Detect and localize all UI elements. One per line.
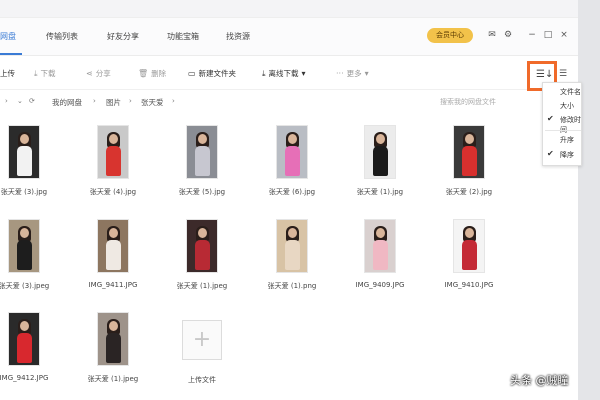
file-name: 张天爱 (2).jpg [445, 188, 493, 196]
photo-thumbnail [8, 125, 40, 179]
file-name: IMG_9410.JPG [444, 281, 494, 289]
more-button[interactable]: ··· 更多 ▾ [336, 68, 372, 79]
photo-thumbnail [186, 219, 218, 273]
chevron-down-icon: ▾ [364, 69, 369, 78]
breadcrumb-bar: › ⌄ ⟳ 我的网盘 › 图片 › 张天爱 › [0, 94, 578, 112]
breadcrumb-item-my-netdisk[interactable]: 我的网盘 [52, 97, 82, 108]
upload-button[interactable]: 上传 [0, 68, 15, 79]
tab-friend-share[interactable]: 好友分享 [107, 31, 139, 42]
folder-plus-icon: ▭ [188, 69, 196, 78]
more-label: 更多 [346, 69, 362, 78]
photo-thumbnail [97, 219, 129, 273]
file-name: IMG_9409.JPG [355, 281, 405, 289]
mail-icon[interactable]: ✉ [486, 28, 498, 42]
file-name: 张天爱 (6).jpg [268, 188, 316, 196]
photo-thumbnail [8, 219, 40, 273]
plus-icon: + [192, 327, 212, 352]
file-name: 张天爱 (1).jpg [356, 188, 404, 196]
upload-file-label: 上传文件 [188, 376, 216, 384]
share-label: 分享 [95, 69, 111, 78]
active-tab-indicator [0, 53, 22, 55]
download-label: 下载 [40, 69, 56, 78]
sort-descending[interactable]: ✔ 降序 [543, 149, 583, 161]
close-button[interactable]: × [558, 28, 570, 42]
check-icon: ✔ [547, 149, 554, 158]
toolbar: 上传 ⤓ 下载 ⋖ 分享 🗑 删除 ▭ 新建文件夹 ⤓ 离线下载 ▾ ··· 更多 ▾ [0, 56, 578, 90]
file-name: 张天爱 (1).jpeg [176, 282, 228, 290]
chevron-down-icon: ▾ [301, 69, 306, 78]
trash-icon: 🗑 [138, 69, 149, 78]
new-folder-button[interactable]: ▭ 新建文件夹 [188, 68, 236, 79]
new-folder-label: 新建文件夹 [198, 69, 237, 78]
file-name: IMG_9412.JPG [0, 374, 49, 382]
breadcrumb-separator: › [129, 97, 132, 105]
photo-thumbnail [186, 125, 218, 179]
menu-item-label: 文件名 [560, 88, 581, 96]
breadcrumb-item-pictures[interactable]: 图片 [106, 97, 121, 108]
menu-item-label: 降序 [560, 151, 574, 159]
sort-by-size[interactable]: 大小 [543, 100, 583, 112]
tab-netdisk[interactable]: 网盘 [0, 31, 16, 42]
delete-label: 删除 [151, 69, 167, 78]
app-window: 网盘 传输列表 好友分享 功能宝箱 找资源 会员中心 ✉ ⚙ − □ × 上传 … [0, 0, 578, 400]
offline-download-label: 离线下载 [268, 69, 299, 78]
photo-thumbnail [97, 312, 129, 366]
more-dots-icon: ··· [336, 69, 344, 78]
photo-thumbnail [453, 125, 485, 179]
menu-divider [545, 130, 581, 131]
breadcrumb-separator: › [93, 97, 96, 105]
sort-dropdown-menu: 文件名 大小 ✔ 修改时间 升序 ✔ 降序 [542, 82, 582, 166]
file-name: 张天爱 (1).jpeg [87, 375, 139, 383]
share-button[interactable]: ⋖ 分享 [86, 68, 111, 79]
photo-thumbnail [364, 125, 396, 179]
window-margin [578, 0, 600, 400]
minimize-button[interactable]: − [526, 28, 538, 42]
search-input[interactable] [434, 94, 534, 110]
menu-item-label: 大小 [560, 102, 574, 110]
settings-icon[interactable]: ⚙ [502, 28, 514, 42]
photo-thumbnail [8, 312, 40, 366]
title-bar [0, 0, 578, 18]
nav-forward-icon[interactable]: › [5, 97, 8, 105]
photo-thumbnail [453, 219, 485, 273]
file-name: 张天爱 (4).jpg [89, 188, 137, 196]
breadcrumb-item-current-folder[interactable]: 张天爱 [141, 97, 164, 108]
vip-center-button[interactable]: 会员中心 [427, 28, 473, 43]
upload-label: 上传 [0, 69, 15, 78]
download-icon: ⤓ [34, 69, 38, 78]
offline-download-button[interactable]: ⤓ 离线下载 ▾ [262, 68, 309, 79]
delete-button[interactable]: 🗑 删除 [138, 68, 166, 79]
download-button[interactable]: ⤓ 下载 [34, 68, 56, 79]
tab-find-resources[interactable]: 找资源 [226, 31, 250, 42]
sort-by-filename[interactable]: 文件名 [543, 86, 583, 98]
sort-icon: ☰↓ [536, 69, 554, 80]
refresh-icon[interactable]: ⟳ [29, 97, 35, 105]
share-icon: ⋖ [86, 69, 93, 78]
offline-download-icon: ⤓ [262, 69, 266, 78]
breadcrumb-separator: › [172, 97, 175, 105]
sort-by-modified-time[interactable]: ✔ 修改时间 [543, 114, 583, 134]
photo-thumbnail [364, 219, 396, 273]
tab-toolbox[interactable]: 功能宝箱 [167, 31, 199, 42]
file-name: IMG_9411.JPG [88, 281, 138, 289]
sort-ascending[interactable]: 升序 [543, 134, 583, 146]
watermark: 头条 @贼瞳 [510, 374, 569, 387]
file-name: 张天爱 (5).jpg [178, 188, 226, 196]
menu-item-label: 修改时间 [560, 116, 581, 134]
photo-thumbnail [276, 219, 308, 273]
menu-item-label: 升序 [560, 136, 574, 144]
list-view-icon[interactable]: ☰ [559, 69, 567, 79]
file-name: 张天爱 (1).png [267, 282, 317, 290]
photo-thumbnail [276, 125, 308, 179]
file-name: 张天爱 (3).jpeg [0, 282, 50, 290]
file-name: 张天爱 (3).jpg [0, 188, 48, 196]
maximize-button[interactable]: □ [542, 28, 554, 42]
tab-transfer-list[interactable]: 传输列表 [46, 31, 78, 42]
main-nav: 网盘 传输列表 好友分享 功能宝箱 找资源 会员中心 ✉ ⚙ − □ × [0, 18, 578, 56]
upload-plus-box[interactable]: + [182, 320, 222, 360]
photo-thumbnail [97, 125, 129, 179]
chevron-down-icon[interactable]: ⌄ [17, 97, 23, 105]
check-icon: ✔ [547, 114, 554, 123]
